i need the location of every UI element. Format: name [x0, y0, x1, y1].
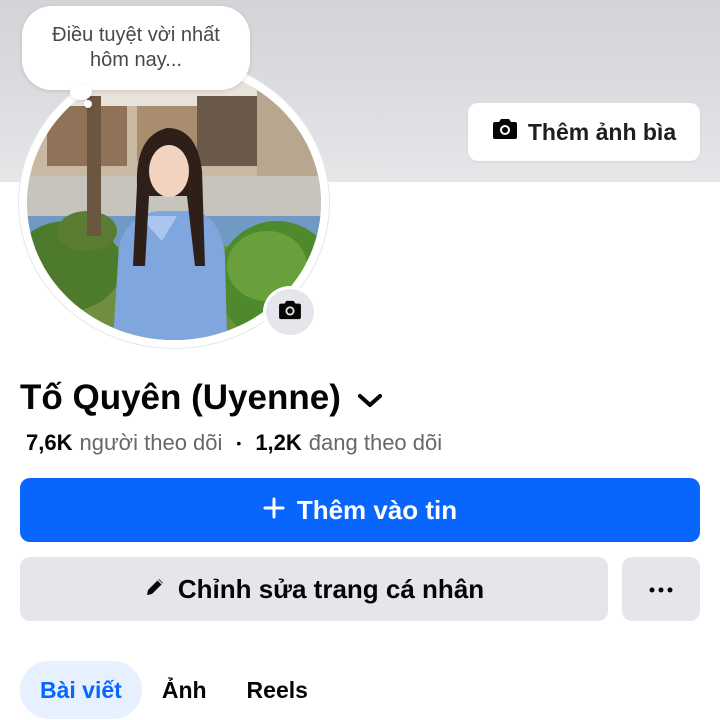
pencil-icon: [144, 574, 166, 605]
profile-note-bubble[interactable]: Điều tuyệt vời nhất hôm nay...: [22, 6, 250, 90]
edit-profile-label: Chỉnh sửa trang cá nhân: [177, 573, 485, 604]
edit-profile-button[interactable]: Chỉnh sửa trang cá nhân: [20, 557, 608, 621]
tab-photos[interactable]: Ảnh: [142, 661, 227, 719]
profile-name: Tố Quyên (Uyenne): [20, 378, 341, 417]
camera-icon: [492, 118, 518, 146]
add-cover-photo-button[interactable]: Thêm ảnh bìa: [468, 103, 700, 161]
add-to-story-label: Thêm vào tin: [296, 494, 458, 525]
following-label[interactable]: đang theo dõi: [309, 430, 442, 456]
note-text-line2: hôm nay...: [90, 49, 182, 71]
followers-count[interactable]: 7,6K: [26, 430, 72, 456]
tab-posts[interactable]: Bài viết: [20, 661, 142, 719]
note-bubble-tail-dot: [84, 100, 92, 108]
change-avatar-button[interactable]: [263, 286, 317, 338]
profile-tabs: Bài viết Ảnh Reels: [20, 661, 328, 719]
add-cover-photo-label: Thêm ảnh bìa: [527, 118, 677, 145]
note-bubble-tail: [70, 84, 92, 100]
more-options-button[interactable]: [622, 557, 700, 621]
camera-icon: [278, 300, 302, 325]
more-dots-icon: [649, 580, 673, 598]
tab-reels[interactable]: Reels: [227, 661, 328, 719]
note-text-line1: Điều tuyệt vời nhất: [52, 24, 220, 46]
followers-label[interactable]: người theo dõi: [79, 430, 222, 456]
profile-name-row[interactable]: Tố Quyên (Uyenne): [20, 374, 383, 422]
plus-icon: [263, 495, 285, 526]
follow-stats: 7,6K người theo dõi • 1,2K đang theo dõi: [26, 428, 442, 458]
stats-separator: •: [236, 435, 242, 451]
following-count[interactable]: 1,2K: [255, 430, 301, 456]
chevron-down-icon[interactable]: [357, 378, 383, 418]
add-to-story-button[interactable]: Thêm vào tin: [20, 478, 700, 542]
